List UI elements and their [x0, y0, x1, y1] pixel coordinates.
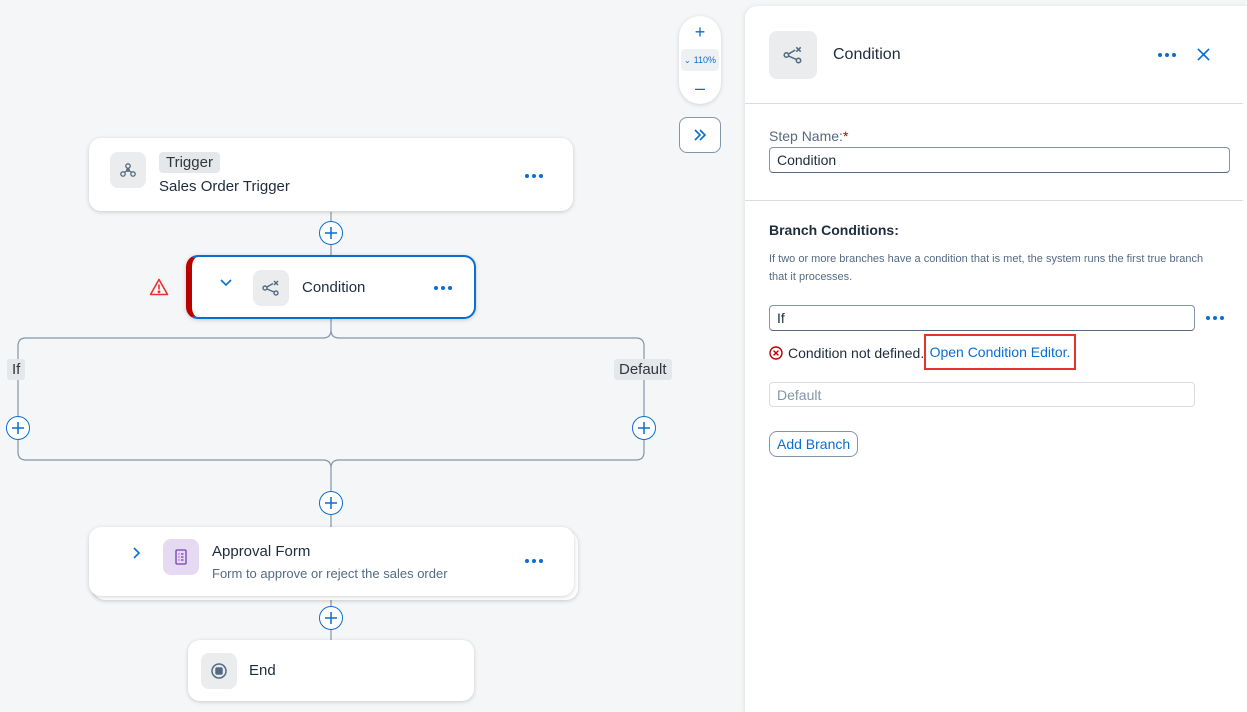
- end-node[interactable]: End: [188, 640, 474, 701]
- if-branch-input[interactable]: [769, 305, 1195, 331]
- trigger-tag: Trigger: [159, 152, 220, 173]
- zoom-in-button[interactable]: +: [679, 18, 721, 46]
- form-document-icon: [163, 539, 199, 575]
- error-circle-icon: [769, 346, 783, 360]
- zoom-out-button[interactable]: –: [679, 74, 721, 102]
- add-step-button-2[interactable]: [319, 491, 343, 515]
- add-step-button-3[interactable]: [319, 606, 343, 630]
- trigger-node[interactable]: Trigger Sales Order Trigger: [89, 138, 573, 211]
- close-icon[interactable]: [1193, 44, 1213, 64]
- panel-more-button[interactable]: [1152, 44, 1182, 66]
- condition-title: Condition: [302, 279, 366, 296]
- open-condition-editor-link[interactable]: Open Condition Editor.: [930, 344, 1071, 360]
- warning-icon: [149, 278, 169, 296]
- branch-conditions-description: If two or more branches have a condition…: [769, 253, 1204, 283]
- condition-split-icon: [253, 270, 289, 306]
- double-chevron-right-icon: [694, 129, 707, 141]
- properties-panel: Condition Step Name:* Branch Conditions:…: [745, 6, 1247, 712]
- collapse-chevron-icon[interactable]: [218, 275, 234, 291]
- step-name-input[interactable]: [769, 147, 1230, 173]
- expand-panel-button[interactable]: [679, 117, 721, 153]
- end-title: End: [249, 662, 276, 679]
- approval-title: Approval Form: [212, 543, 311, 560]
- stop-icon: [201, 653, 237, 689]
- error-text: Condition not defined.: [788, 345, 925, 361]
- branch-label-default: Default: [614, 359, 672, 380]
- zoom-level-select[interactable]: ⌄ 110%: [681, 49, 719, 71]
- condition-split-icon: [769, 31, 817, 79]
- add-step-default-branch-button[interactable]: [632, 416, 656, 440]
- condition-node[interactable]: Condition: [186, 255, 476, 319]
- section-divider: [745, 200, 1243, 201]
- step-name-label: Step Name:*: [769, 128, 849, 144]
- approval-form-node[interactable]: Approval Form Form to approve or reject …: [89, 527, 574, 596]
- if-branch-more-button[interactable]: [1200, 307, 1230, 329]
- chevron-down-icon: ⌄: [683, 55, 691, 65]
- add-branch-button[interactable]: Add Branch: [769, 431, 859, 457]
- trigger-more-button[interactable]: [519, 165, 549, 187]
- add-step-button-1[interactable]: [319, 221, 343, 245]
- branch-conditions-title: Branch Conditions:: [769, 222, 899, 238]
- condition-error-message: Condition not defined.: [769, 343, 924, 363]
- panel-header: Condition: [745, 6, 1243, 104]
- trigger-title: Sales Order Trigger: [159, 178, 290, 195]
- branch-label-if: If: [7, 359, 26, 380]
- required-marker: *: [842, 128, 849, 144]
- approval-more-button[interactable]: [519, 550, 549, 572]
- condition-more-button[interactable]: [428, 277, 458, 299]
- zoom-level-value: 110%: [693, 55, 717, 65]
- expand-chevron-icon[interactable]: [129, 545, 145, 561]
- default-branch-input[interactable]: [769, 382, 1195, 407]
- approval-subtitle: Form to approve or reject the sales orde…: [212, 566, 448, 581]
- trigger-network-icon: [110, 152, 146, 188]
- zoom-control: + ⌄ 110% –: [679, 16, 721, 104]
- flow-connectors: [17, 212, 645, 640]
- panel-title: Condition: [833, 46, 901, 63]
- add-step-if-branch-button[interactable]: [6, 416, 30, 440]
- open-condition-editor-highlight: Open Condition Editor.: [924, 334, 1076, 370]
- workflow-canvas: Trigger Sales Order Trigger Condition If…: [0, 0, 745, 712]
